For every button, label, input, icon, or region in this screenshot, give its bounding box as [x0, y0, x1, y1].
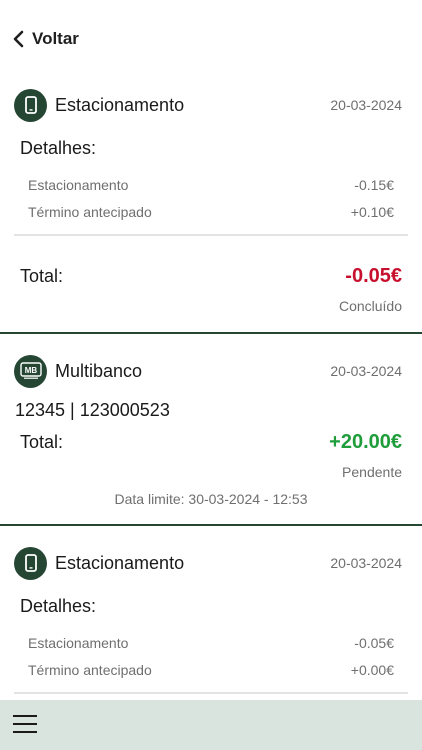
total-value: -0.05€: [345, 265, 402, 287]
multibanco-icon: MB: [14, 354, 47, 388]
total-label: Total:: [20, 266, 64, 286]
transaction-card-parking-1[interactable]: Estacionamento 20-03-2024 Detalhes: Esta…: [0, 0, 422, 332]
detail-row: Término antecipado +0.00€: [28, 662, 394, 678]
status-badge: Pendente: [342, 464, 402, 480]
svg-text:MB: MB: [24, 366, 37, 375]
payment-reference: 12345 | 123000523: [15, 400, 170, 420]
total-value: +20.00€: [329, 431, 402, 453]
card-title: Estacionamento: [55, 552, 185, 573]
detail-value: +0.10€: [350, 204, 394, 220]
detail-value: +0.00€: [350, 662, 394, 678]
detail-label: Término antecipado: [28, 662, 152, 678]
detail-value: -0.05€: [354, 635, 394, 651]
phone-icon: [14, 88, 47, 122]
phone-icon: [14, 546, 47, 580]
divider: [14, 234, 408, 236]
detail-value: -0.15€: [354, 177, 394, 193]
card-title: Multibanco: [55, 360, 143, 381]
details-title: Detalhes:: [20, 596, 97, 616]
menu-icon[interactable]: [13, 715, 37, 735]
detail-row: Estacionamento -0.05€: [28, 635, 394, 651]
details-title: Detalhes:: [20, 138, 97, 158]
card-date: 20-03-2024: [330, 363, 402, 379]
transaction-card-parking-2[interactable]: Estacionamento 20-03-2024 Detalhes: Esta…: [0, 526, 422, 700]
deadline-text: Data limite: 30-03-2024 - 12:53: [114, 491, 308, 507]
detail-row: Término antecipado +0.10€: [28, 204, 394, 220]
card-title: Estacionamento: [55, 94, 185, 115]
total-label: Total:: [20, 432, 64, 452]
bottom-bar: [0, 700, 422, 750]
card-date: 20-03-2024: [330, 97, 402, 113]
transaction-card-multibanco[interactable]: MB Multibanco 20-03-2024 12345 | 1230005…: [0, 334, 422, 524]
status-badge: Concluído: [338, 298, 402, 314]
detail-label: Estacionamento: [28, 177, 129, 193]
card-date: 20-03-2024: [330, 555, 402, 571]
detail-row: Estacionamento -0.15€: [28, 177, 394, 193]
detail-label: Estacionamento: [28, 635, 129, 651]
detail-label: Término antecipado: [28, 204, 152, 220]
divider: [14, 692, 408, 694]
